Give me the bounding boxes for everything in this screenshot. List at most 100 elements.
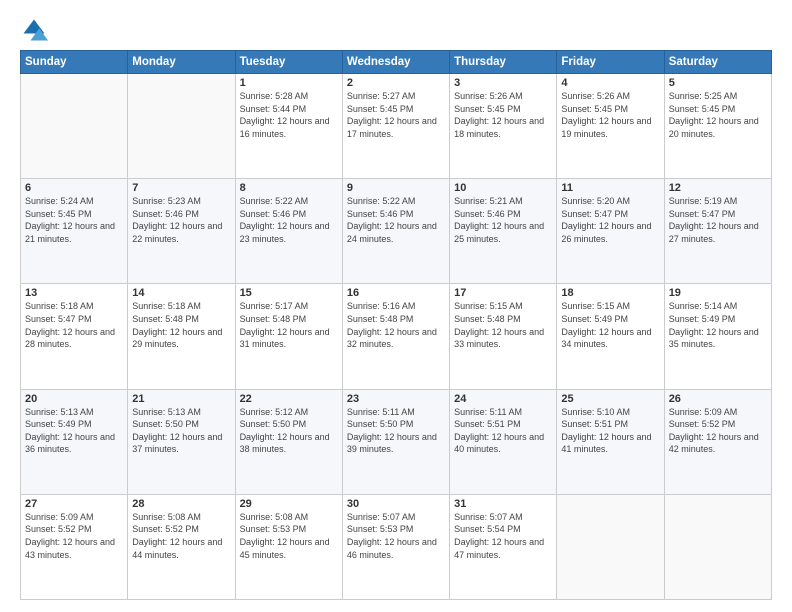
day-info: Sunrise: 5:13 AMSunset: 5:49 PMDaylight:… bbox=[25, 406, 123, 456]
calendar-cell: 21Sunrise: 5:13 AMSunset: 5:50 PMDayligh… bbox=[128, 389, 235, 494]
calendar-cell: 19Sunrise: 5:14 AMSunset: 5:49 PMDayligh… bbox=[664, 284, 771, 389]
weekday-header-monday: Monday bbox=[128, 51, 235, 74]
weekday-header-sunday: Sunday bbox=[21, 51, 128, 74]
day-number: 23 bbox=[347, 393, 445, 405]
day-number: 3 bbox=[454, 77, 552, 89]
week-row-2: 6Sunrise: 5:24 AMSunset: 5:45 PMDaylight… bbox=[21, 179, 772, 284]
day-number: 5 bbox=[669, 77, 767, 89]
day-number: 30 bbox=[347, 498, 445, 510]
day-info: Sunrise: 5:12 AMSunset: 5:50 PMDaylight:… bbox=[240, 406, 338, 456]
day-number: 11 bbox=[561, 182, 659, 194]
week-row-4: 20Sunrise: 5:13 AMSunset: 5:49 PMDayligh… bbox=[21, 389, 772, 494]
calendar-cell: 15Sunrise: 5:17 AMSunset: 5:48 PMDayligh… bbox=[235, 284, 342, 389]
day-info: Sunrise: 5:18 AMSunset: 5:47 PMDaylight:… bbox=[25, 300, 123, 350]
calendar-cell: 13Sunrise: 5:18 AMSunset: 5:47 PMDayligh… bbox=[21, 284, 128, 389]
calendar-cell: 3Sunrise: 5:26 AMSunset: 5:45 PMDaylight… bbox=[450, 74, 557, 179]
calendar-cell bbox=[128, 74, 235, 179]
day-info: Sunrise: 5:15 AMSunset: 5:49 PMDaylight:… bbox=[561, 300, 659, 350]
day-number: 22 bbox=[240, 393, 338, 405]
calendar-cell: 11Sunrise: 5:20 AMSunset: 5:47 PMDayligh… bbox=[557, 179, 664, 284]
day-number: 12 bbox=[669, 182, 767, 194]
calendar-cell: 2Sunrise: 5:27 AMSunset: 5:45 PMDaylight… bbox=[342, 74, 449, 179]
calendar-cell: 27Sunrise: 5:09 AMSunset: 5:52 PMDayligh… bbox=[21, 494, 128, 599]
weekday-header-saturday: Saturday bbox=[664, 51, 771, 74]
calendar-cell bbox=[664, 494, 771, 599]
day-info: Sunrise: 5:24 AMSunset: 5:45 PMDaylight:… bbox=[25, 195, 123, 245]
calendar-cell: 24Sunrise: 5:11 AMSunset: 5:51 PMDayligh… bbox=[450, 389, 557, 494]
week-row-3: 13Sunrise: 5:18 AMSunset: 5:47 PMDayligh… bbox=[21, 284, 772, 389]
weekday-header-thursday: Thursday bbox=[450, 51, 557, 74]
day-info: Sunrise: 5:23 AMSunset: 5:46 PMDaylight:… bbox=[132, 195, 230, 245]
day-number: 24 bbox=[454, 393, 552, 405]
day-info: Sunrise: 5:22 AMSunset: 5:46 PMDaylight:… bbox=[347, 195, 445, 245]
calendar-table: SundayMondayTuesdayWednesdayThursdayFrid… bbox=[20, 50, 772, 600]
day-info: Sunrise: 5:22 AMSunset: 5:46 PMDaylight:… bbox=[240, 195, 338, 245]
day-number: 26 bbox=[669, 393, 767, 405]
calendar-cell: 28Sunrise: 5:08 AMSunset: 5:52 PMDayligh… bbox=[128, 494, 235, 599]
day-info: Sunrise: 5:10 AMSunset: 5:51 PMDaylight:… bbox=[561, 406, 659, 456]
day-info: Sunrise: 5:09 AMSunset: 5:52 PMDaylight:… bbox=[669, 406, 767, 456]
page: SundayMondayTuesdayWednesdayThursdayFrid… bbox=[0, 0, 792, 612]
day-info: Sunrise: 5:07 AMSunset: 5:54 PMDaylight:… bbox=[454, 511, 552, 561]
day-info: Sunrise: 5:14 AMSunset: 5:49 PMDaylight:… bbox=[669, 300, 767, 350]
calendar-cell: 6Sunrise: 5:24 AMSunset: 5:45 PMDaylight… bbox=[21, 179, 128, 284]
calendar-cell: 14Sunrise: 5:18 AMSunset: 5:48 PMDayligh… bbox=[128, 284, 235, 389]
calendar-cell: 25Sunrise: 5:10 AMSunset: 5:51 PMDayligh… bbox=[557, 389, 664, 494]
calendar-cell: 31Sunrise: 5:07 AMSunset: 5:54 PMDayligh… bbox=[450, 494, 557, 599]
day-info: Sunrise: 5:20 AMSunset: 5:47 PMDaylight:… bbox=[561, 195, 659, 245]
day-info: Sunrise: 5:11 AMSunset: 5:50 PMDaylight:… bbox=[347, 406, 445, 456]
weekday-header-row: SundayMondayTuesdayWednesdayThursdayFrid… bbox=[21, 51, 772, 74]
calendar-cell: 4Sunrise: 5:26 AMSunset: 5:45 PMDaylight… bbox=[557, 74, 664, 179]
calendar-cell: 18Sunrise: 5:15 AMSunset: 5:49 PMDayligh… bbox=[557, 284, 664, 389]
calendar-cell: 30Sunrise: 5:07 AMSunset: 5:53 PMDayligh… bbox=[342, 494, 449, 599]
day-info: Sunrise: 5:25 AMSunset: 5:45 PMDaylight:… bbox=[669, 90, 767, 140]
day-number: 4 bbox=[561, 77, 659, 89]
day-number: 29 bbox=[240, 498, 338, 510]
day-number: 14 bbox=[132, 287, 230, 299]
day-number: 6 bbox=[25, 182, 123, 194]
calendar-cell bbox=[557, 494, 664, 599]
calendar-cell: 5Sunrise: 5:25 AMSunset: 5:45 PMDaylight… bbox=[664, 74, 771, 179]
calendar-cell: 23Sunrise: 5:11 AMSunset: 5:50 PMDayligh… bbox=[342, 389, 449, 494]
week-row-1: 1Sunrise: 5:28 AMSunset: 5:44 PMDaylight… bbox=[21, 74, 772, 179]
calendar-cell: 1Sunrise: 5:28 AMSunset: 5:44 PMDaylight… bbox=[235, 74, 342, 179]
day-info: Sunrise: 5:15 AMSunset: 5:48 PMDaylight:… bbox=[454, 300, 552, 350]
day-number: 13 bbox=[25, 287, 123, 299]
day-number: 27 bbox=[25, 498, 123, 510]
day-info: Sunrise: 5:26 AMSunset: 5:45 PMDaylight:… bbox=[561, 90, 659, 140]
calendar-cell: 8Sunrise: 5:22 AMSunset: 5:46 PMDaylight… bbox=[235, 179, 342, 284]
calendar-cell: 17Sunrise: 5:15 AMSunset: 5:48 PMDayligh… bbox=[450, 284, 557, 389]
weekday-header-tuesday: Tuesday bbox=[235, 51, 342, 74]
day-number: 16 bbox=[347, 287, 445, 299]
day-info: Sunrise: 5:18 AMSunset: 5:48 PMDaylight:… bbox=[132, 300, 230, 350]
day-info: Sunrise: 5:27 AMSunset: 5:45 PMDaylight:… bbox=[347, 90, 445, 140]
day-number: 8 bbox=[240, 182, 338, 194]
day-number: 1 bbox=[240, 77, 338, 89]
calendar-cell: 7Sunrise: 5:23 AMSunset: 5:46 PMDaylight… bbox=[128, 179, 235, 284]
day-info: Sunrise: 5:13 AMSunset: 5:50 PMDaylight:… bbox=[132, 406, 230, 456]
day-info: Sunrise: 5:07 AMSunset: 5:53 PMDaylight:… bbox=[347, 511, 445, 561]
day-info: Sunrise: 5:17 AMSunset: 5:48 PMDaylight:… bbox=[240, 300, 338, 350]
day-number: 15 bbox=[240, 287, 338, 299]
day-number: 9 bbox=[347, 182, 445, 194]
day-number: 21 bbox=[132, 393, 230, 405]
day-number: 25 bbox=[561, 393, 659, 405]
logo bbox=[20, 16, 52, 44]
logo-icon bbox=[20, 16, 48, 44]
day-info: Sunrise: 5:16 AMSunset: 5:48 PMDaylight:… bbox=[347, 300, 445, 350]
header bbox=[20, 16, 772, 44]
calendar-cell: 16Sunrise: 5:16 AMSunset: 5:48 PMDayligh… bbox=[342, 284, 449, 389]
day-info: Sunrise: 5:26 AMSunset: 5:45 PMDaylight:… bbox=[454, 90, 552, 140]
day-number: 2 bbox=[347, 77, 445, 89]
day-number: 31 bbox=[454, 498, 552, 510]
day-info: Sunrise: 5:08 AMSunset: 5:53 PMDaylight:… bbox=[240, 511, 338, 561]
day-number: 10 bbox=[454, 182, 552, 194]
calendar-cell: 26Sunrise: 5:09 AMSunset: 5:52 PMDayligh… bbox=[664, 389, 771, 494]
day-info: Sunrise: 5:08 AMSunset: 5:52 PMDaylight:… bbox=[132, 511, 230, 561]
day-info: Sunrise: 5:21 AMSunset: 5:46 PMDaylight:… bbox=[454, 195, 552, 245]
day-number: 19 bbox=[669, 287, 767, 299]
weekday-header-wednesday: Wednesday bbox=[342, 51, 449, 74]
calendar-cell: 29Sunrise: 5:08 AMSunset: 5:53 PMDayligh… bbox=[235, 494, 342, 599]
calendar-cell: 9Sunrise: 5:22 AMSunset: 5:46 PMDaylight… bbox=[342, 179, 449, 284]
calendar-cell bbox=[21, 74, 128, 179]
